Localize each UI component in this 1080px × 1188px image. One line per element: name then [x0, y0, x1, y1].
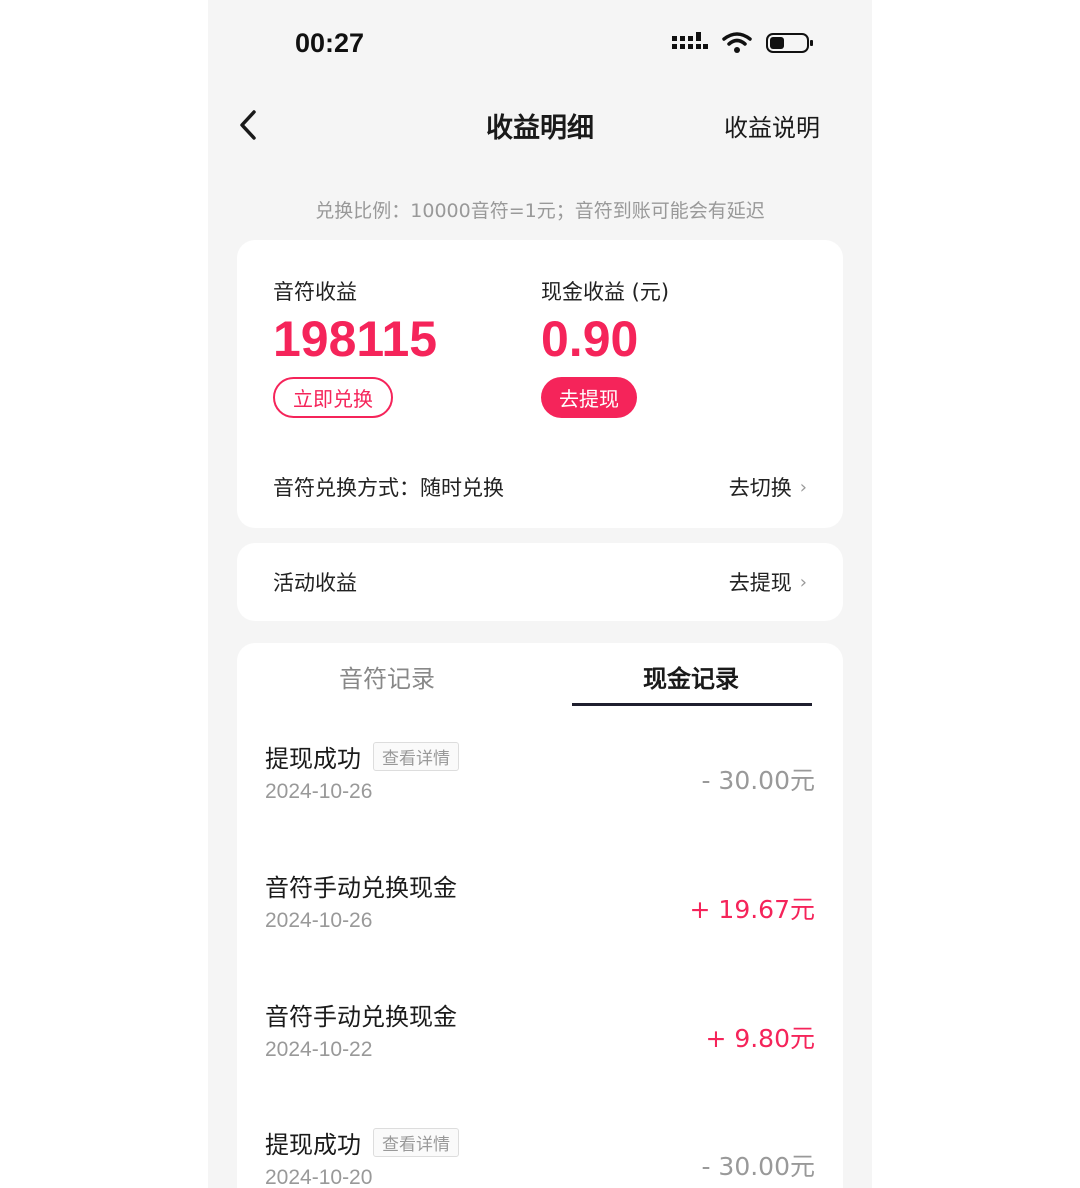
chevron-right-icon: ›	[799, 571, 807, 593]
view-details-button[interactable]: 查看详情	[373, 1128, 459, 1157]
cash-earnings-value: 0.90	[541, 311, 639, 367]
earnings-card: 音符收益 198115 立即兑换 现金收益 (元) 0.90 去提现 音符兑换方…	[237, 240, 843, 528]
record-title: 音符手动兑换现金	[265, 874, 457, 902]
view-details-button[interactable]: 查看详情	[373, 742, 459, 771]
cash-earnings: 现金收益 (元) 0.90 去提现	[541, 276, 669, 418]
exchange-now-button[interactable]: 立即兑换	[273, 377, 393, 418]
earnings-explanation-link[interactable]: 收益说明	[724, 108, 820, 143]
activity-earnings-label: 活动收益	[273, 571, 357, 595]
signal-icon	[672, 32, 708, 49]
phone-screen: 00:27 收益明细 收益说明 兑换比例：10000音符=1元；音符到账可能会有…	[208, 0, 872, 1188]
records-tabs: 音符记录 现金记录	[237, 643, 843, 709]
chevron-right-icon: ›	[799, 476, 807, 498]
note-earnings-value: 198115	[273, 311, 438, 367]
note-earnings: 音符收益 198115 立即兑换	[273, 276, 437, 418]
status-time: 00:27	[295, 28, 365, 58]
table-row[interactable]: 提现成功 查看详情 2024-10-20- 30.00元	[265, 1125, 815, 1188]
exchange-mode-label: 音符兑换方式：随时兑换	[273, 476, 504, 500]
activity-withdraw-label: 去提现	[728, 571, 792, 595]
exchange-mode-row: 音符兑换方式：随时兑换 去切换 ›	[273, 472, 807, 502]
activity-row: 活动收益 去提现 ›	[273, 567, 807, 597]
table-row[interactable]: 音符手动兑换现金 2024-10-26 + 19.67元	[265, 868, 815, 948]
activity-earnings-card[interactable]: 活动收益 去提现 ›	[237, 543, 843, 621]
wifi-icon	[722, 32, 752, 53]
status-bar: 00:27	[208, 0, 872, 90]
record-amount: + 9.80元	[705, 1024, 815, 1053]
activity-withdraw-link[interactable]: 去提现 ›	[729, 567, 807, 597]
withdraw-button[interactable]: 去提现	[541, 377, 637, 418]
active-tab-indicator	[572, 703, 812, 706]
record-title: 提现成功	[265, 745, 361, 773]
record-title: 提现成功	[265, 1131, 361, 1159]
record-amount: - 30.00元	[701, 1152, 815, 1181]
record-amount: + 19.67元	[689, 895, 815, 924]
table-row[interactable]: 音符手动兑换现金 2024-10-22 + 9.80元	[265, 997, 815, 1077]
switch-mode-label: 去切换	[728, 476, 792, 500]
switch-mode-link[interactable]: 去切换 ›	[729, 472, 807, 502]
record-amount: - 30.00元	[701, 766, 815, 795]
cash-earnings-label: 现金收益 (元)	[541, 280, 670, 304]
status-icons	[672, 32, 814, 54]
battery-icon	[766, 33, 813, 53]
nav-bar: 收益明细 收益说明	[208, 90, 872, 160]
exchange-rate-note: 兑换比例：10000音符=1元；音符到账可能会有延迟	[315, 200, 765, 222]
tab-cash-records[interactable]: 现金记录	[571, 659, 811, 694]
record-title: 音符手动兑换现金	[265, 1003, 457, 1031]
records-card: 音符记录 现金记录 提现成功 查看详情 2024-10-26- 30.00元 音符手动…	[237, 643, 843, 1188]
tab-note-records[interactable]: 音符记录	[267, 659, 507, 694]
table-row[interactable]: 提现成功 查看详情 2024-10-26- 30.00元	[265, 739, 815, 819]
note-earnings-label: 音符收益	[273, 280, 357, 304]
